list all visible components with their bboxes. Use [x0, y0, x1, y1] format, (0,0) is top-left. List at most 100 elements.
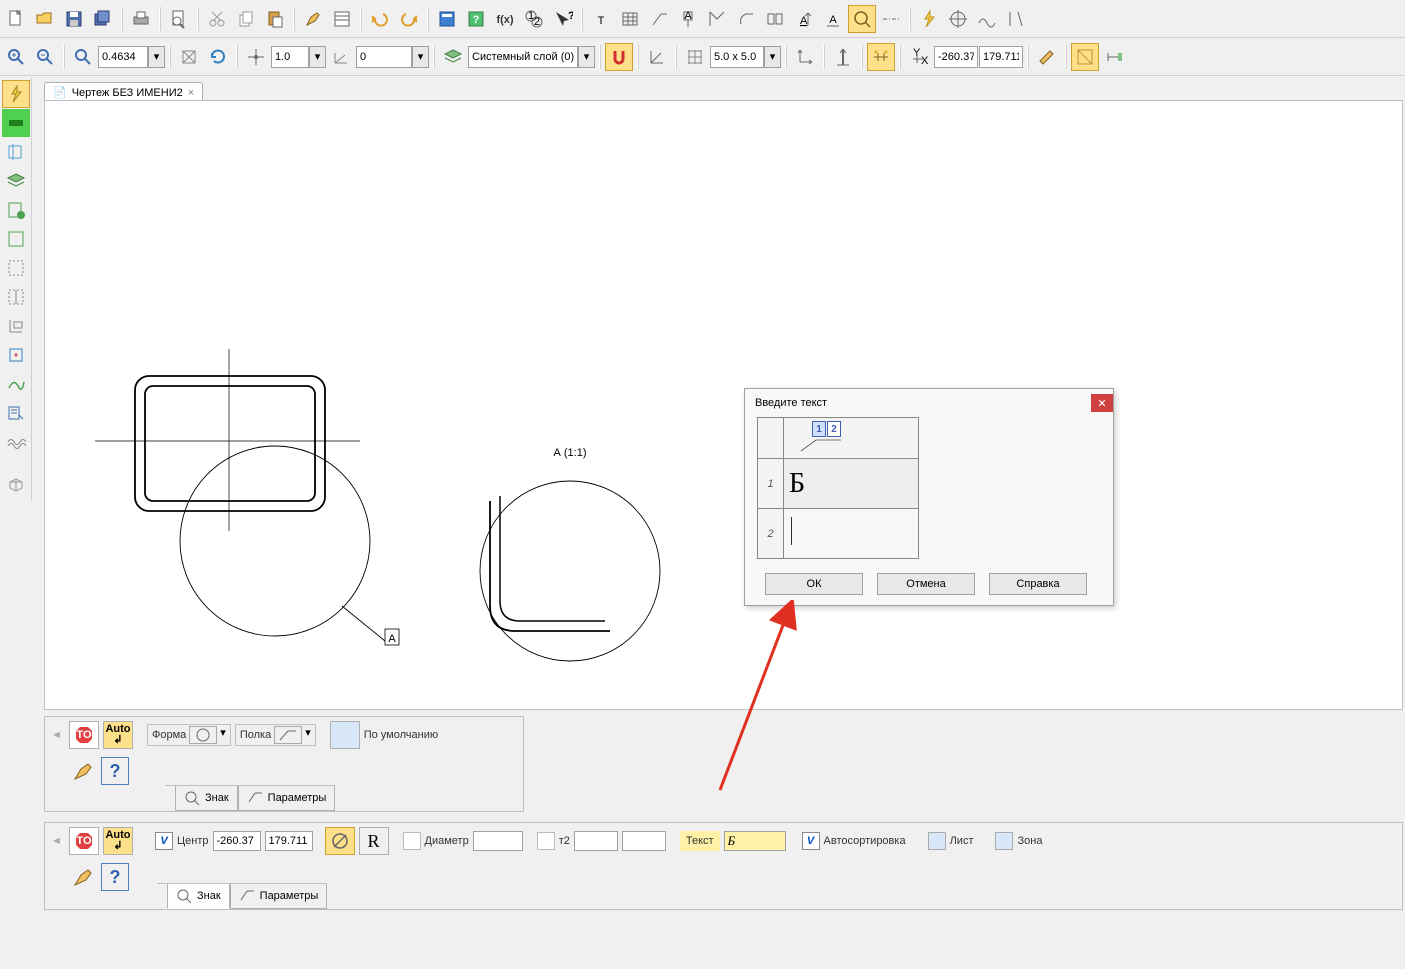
- variables-icon[interactable]: f(x): [491, 5, 519, 33]
- center-toggle[interactable]: V: [155, 832, 173, 850]
- tolerance-icon[interactable]: [703, 5, 731, 33]
- param-tools-icon[interactable]: [2, 196, 30, 224]
- open-file-icon[interactable]: [31, 5, 59, 33]
- refresh-icon[interactable]: [204, 43, 232, 71]
- zona-toggle[interactable]: [995, 832, 1013, 850]
- centerline-icon[interactable]: [877, 5, 905, 33]
- datum-icon[interactable]: A: [674, 5, 702, 33]
- list-toggle[interactable]: [928, 832, 946, 850]
- measure-tools-icon[interactable]: [2, 225, 30, 253]
- weldsymbol-icon[interactable]: [761, 5, 789, 33]
- radius-mode-button[interactable]: R: [359, 827, 389, 855]
- close-tab-icon[interactable]: ×: [188, 87, 194, 99]
- manager-icon[interactable]: [433, 5, 461, 33]
- table-tool-icon[interactable]: [616, 5, 644, 33]
- diameter-input[interactable]: [473, 831, 523, 851]
- save-icon[interactable]: [60, 5, 88, 33]
- print-icon[interactable]: [127, 5, 155, 33]
- t2-y-input[interactable]: [622, 831, 666, 851]
- dialog-close-icon[interactable]: ✕: [1091, 394, 1113, 412]
- grid-input[interactable]: [710, 46, 764, 68]
- magnet-snap-icon[interactable]: [605, 43, 633, 71]
- text-tab-1[interactable]: 1: [812, 421, 826, 437]
- paste-icon[interactable]: [261, 5, 289, 33]
- default-toggle[interactable]: [330, 721, 360, 749]
- text-cell-1[interactable]: Б: [784, 459, 919, 509]
- properties-icon[interactable]: [328, 5, 356, 33]
- stop-button[interactable]: STOP: [69, 721, 99, 749]
- geometry-tools-icon[interactable]: [2, 80, 30, 108]
- help-button[interactable]: Справка: [989, 573, 1087, 595]
- ok-button[interactable]: ОК: [765, 573, 863, 595]
- context-help-icon[interactable]: ?: [549, 5, 577, 33]
- view-3d-icon[interactable]: [2, 470, 30, 498]
- t2-x-input[interactable]: [574, 831, 618, 851]
- coord-icon[interactable]: YX: [905, 43, 933, 71]
- tab-znak[interactable]: Знак: [167, 884, 230, 909]
- layer-combo[interactable]: ▾: [468, 46, 595, 68]
- zoom-value-combo[interactable]: ▾: [98, 46, 165, 68]
- undo-icon[interactable]: [366, 5, 394, 33]
- layer-input[interactable]: [468, 46, 578, 68]
- angle-input[interactable]: [356, 46, 412, 68]
- surface-icon[interactable]: A: [790, 5, 818, 33]
- chevron-down-icon[interactable]: ▾: [764, 46, 781, 68]
- panel-help-icon[interactable]: ?: [101, 757, 129, 785]
- zoom-in-icon[interactable]: [2, 43, 30, 71]
- chevron-down-icon[interactable]: ▾: [309, 46, 326, 68]
- chevron-down-icon[interactable]: ▾: [305, 726, 311, 744]
- brush-icon[interactable]: [69, 863, 97, 891]
- cut-icon[interactable]: [203, 5, 231, 33]
- report-tools-icon[interactable]: [2, 312, 30, 340]
- edit-style-icon[interactable]: [1033, 43, 1061, 71]
- auto-create-button[interactable]: Auto↲: [103, 827, 133, 855]
- zoom-value-input[interactable]: [98, 46, 148, 68]
- break-icon[interactable]: [1002, 5, 1030, 33]
- preview-icon[interactable]: [165, 5, 193, 33]
- snap-cursor-icon[interactable]: [242, 43, 270, 71]
- insert-tools-icon[interactable]: [2, 341, 30, 369]
- chevron-down-icon[interactable]: ▾: [578, 46, 595, 68]
- forma-shape-button[interactable]: [189, 726, 217, 744]
- center-x-input[interactable]: [213, 831, 261, 851]
- polka-shape-button[interactable]: [274, 726, 302, 744]
- layers-icon[interactable]: [439, 43, 467, 71]
- tab-parameters[interactable]: Параметры: [230, 884, 328, 909]
- format-brush-icon[interactable]: [299, 5, 327, 33]
- rebuild-icon[interactable]: [175, 43, 203, 71]
- angle-step-icon[interactable]: [327, 43, 355, 71]
- text-input[interactable]: [724, 831, 786, 851]
- center-mark-icon[interactable]: [944, 5, 972, 33]
- redo-icon[interactable]: [395, 5, 423, 33]
- diameter-toggle[interactable]: [403, 832, 421, 850]
- chevron-down-icon[interactable]: ▾: [220, 726, 226, 744]
- ortho-mode-icon[interactable]: [829, 43, 857, 71]
- detail-view-icon[interactable]: [848, 5, 876, 33]
- t2-toggle[interactable]: [537, 832, 555, 850]
- chevron-down-icon[interactable]: ▾: [148, 46, 165, 68]
- leader-icon[interactable]: [645, 5, 673, 33]
- zoom-out-icon[interactable]: [31, 43, 59, 71]
- new-file-icon[interactable]: [2, 5, 30, 33]
- select-tools-icon[interactable]: [2, 254, 30, 282]
- step-input[interactable]: [271, 46, 309, 68]
- wave-icon[interactable]: [973, 5, 1001, 33]
- balloon-icon[interactable]: [732, 5, 760, 33]
- panel-help-icon[interactable]: ?: [101, 863, 129, 891]
- grid-icon[interactable]: [681, 43, 709, 71]
- save-all-icon[interactable]: [89, 5, 117, 33]
- stop-button[interactable]: STOP: [69, 827, 99, 855]
- text-cell-2[interactable]: [784, 509, 919, 559]
- lightning-icon[interactable]: [915, 5, 943, 33]
- text-tool-icon[interactable]: T: [587, 5, 615, 33]
- param-mode-icon[interactable]: [1071, 43, 1099, 71]
- step-combo[interactable]: ▾: [271, 46, 326, 68]
- copy-icon[interactable]: [232, 5, 260, 33]
- collapse-arrow-icon[interactable]: ◄: [51, 835, 65, 847]
- brush-icon[interactable]: [69, 757, 97, 785]
- lcs-icon[interactable]: [791, 43, 819, 71]
- coord-y-input[interactable]: [979, 46, 1023, 68]
- angle-combo[interactable]: ▾: [356, 46, 429, 68]
- dimension-tools-icon[interactable]: [2, 109, 30, 137]
- autosort-toggle[interactable]: V: [802, 832, 820, 850]
